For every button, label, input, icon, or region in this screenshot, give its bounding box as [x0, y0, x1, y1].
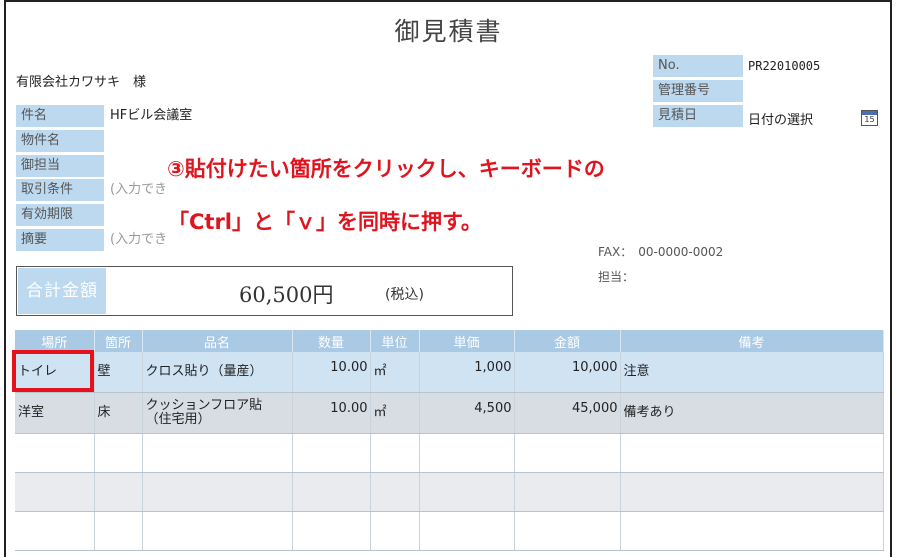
cell-place[interactable]: 洋室 — [15, 392, 95, 434]
cell-part[interactable]: 床 — [94, 392, 143, 434]
instruction-annotation-line1: ③貼付けたい箇所をクリックし、キーボードの — [167, 157, 605, 181]
empty-cell[interactable] — [15, 433, 95, 473]
cell-amount[interactable]: 10,000 — [514, 352, 621, 393]
cell-unit-price[interactable]: 4,500 — [419, 392, 515, 434]
total-amount: 60,500円 — [239, 283, 334, 307]
customer-name: 有限会社カワサキ 様 — [16, 75, 147, 90]
column-header-unit-price: 単価 — [419, 330, 515, 352]
empty-cell[interactable] — [370, 511, 420, 551]
field-label-estimate-date: 見積日 — [653, 105, 743, 127]
empty-cell[interactable] — [292, 511, 371, 551]
empty-cell[interactable] — [94, 433, 143, 473]
field-label-terms: 取引条件 — [16, 179, 104, 201]
field-value-terms[interactable]: (入力でき — [110, 179, 167, 201]
empty-cell[interactable] — [514, 433, 621, 473]
cell-unit[interactable]: ㎡ — [370, 352, 420, 393]
empty-cell[interactable] — [142, 511, 293, 551]
field-value-summary[interactable]: (入力でき — [110, 229, 167, 251]
cell-quantity[interactable]: 10.00 — [292, 392, 371, 434]
table-row-empty[interactable] — [15, 433, 884, 473]
cell-unit-price[interactable]: 1,000 — [419, 352, 515, 393]
table-row-empty[interactable] — [15, 511, 884, 551]
empty-cell[interactable] — [620, 472, 884, 512]
table-row[interactable]: 洋室 床 クッションフロア貼 （住宅用） 10.00 ㎡ 4,500 45,00… — [15, 392, 884, 434]
field-value-subject[interactable]: HFビル会議室 — [110, 105, 192, 127]
cell-note[interactable]: 備考あり — [620, 392, 884, 434]
staff-label: 担当： — [598, 270, 635, 284]
field-label-property: 物件名 — [16, 130, 104, 152]
column-header-part: 箇所 — [94, 330, 143, 352]
cell-part[interactable]: 壁 — [94, 352, 143, 393]
empty-cell[interactable] — [142, 433, 293, 473]
empty-cell[interactable] — [142, 472, 293, 512]
total-amount-box: 合計金額 60,500円 (税込) — [16, 266, 513, 316]
line-items-table: 場所 箇所 品名 数量 単位 単価 金額 備考 トイレ 壁 クロス貼り（量産） … — [15, 330, 884, 551]
table-row-empty[interactable] — [15, 472, 884, 512]
empty-cell[interactable] — [419, 433, 515, 473]
column-header-unit: 単位 — [370, 330, 420, 352]
empty-cell[interactable] — [94, 472, 143, 512]
total-label: 合計金額 — [18, 268, 106, 314]
page-title: 御見積書 — [394, 17, 503, 46]
empty-cell[interactable] — [370, 472, 420, 512]
cell-quantity[interactable]: 10.00 — [292, 352, 371, 393]
empty-cell[interactable] — [15, 472, 95, 512]
empty-cell[interactable] — [292, 433, 371, 473]
field-label-validity: 有効期限 — [16, 204, 104, 226]
column-header-note: 備考 — [620, 330, 884, 352]
empty-cell[interactable] — [370, 433, 420, 473]
field-label-contact: 御担当 — [16, 155, 104, 177]
column-header-quantity: 数量 — [292, 330, 371, 352]
cell-unit[interactable]: ㎡ — [370, 392, 420, 434]
table-row[interactable]: トイレ 壁 クロス貼り（量産） 10.00 ㎡ 1,000 10,000 注意 — [15, 352, 884, 393]
column-header-amount: 金額 — [514, 330, 621, 352]
tax-note: (税込) — [385, 287, 424, 303]
empty-cell[interactable] — [620, 511, 884, 551]
cell-amount[interactable]: 45,000 — [514, 392, 621, 434]
empty-cell[interactable] — [94, 511, 143, 551]
cell-note[interactable]: 注意 — [620, 352, 884, 393]
empty-cell[interactable] — [292, 472, 371, 512]
field-value-number: PR22010005 — [748, 59, 821, 73]
empty-cell[interactable] — [514, 511, 621, 551]
field-label-number: No. — [653, 55, 743, 77]
empty-cell[interactable] — [419, 511, 515, 551]
column-header-place: 場所 — [15, 330, 95, 352]
empty-cell[interactable] — [514, 472, 621, 512]
instruction-annotation-line2: 「Ctrl」と「ｖ」を同時に押す。 — [168, 210, 482, 234]
field-label-control-number: 管理番号 — [653, 80, 743, 102]
cell-item[interactable]: クッションフロア貼 （住宅用） — [142, 392, 293, 434]
table-header-row: 場所 箇所 品名 数量 単位 単価 金額 備考 — [15, 330, 884, 352]
field-label-summary: 摘要 — [16, 229, 104, 251]
date-picker-field[interactable]: 日付の選択 — [748, 110, 813, 132]
calendar-icon[interactable]: 15 — [861, 110, 878, 126]
empty-cell[interactable] — [419, 472, 515, 512]
highlight-box — [12, 350, 94, 392]
fax-number: FAX： 00-0000-0002 — [598, 245, 724, 259]
cell-item[interactable]: クロス貼り（量産） — [142, 352, 293, 393]
column-header-item: 品名 — [142, 330, 293, 352]
empty-cell[interactable] — [620, 433, 884, 473]
cell-item-line1: クッションフロア貼 — [145, 398, 263, 413]
empty-cell[interactable] — [15, 511, 95, 551]
field-label-subject: 件名 — [16, 105, 104, 127]
cell-item-line2: （住宅用） — [145, 412, 211, 427]
